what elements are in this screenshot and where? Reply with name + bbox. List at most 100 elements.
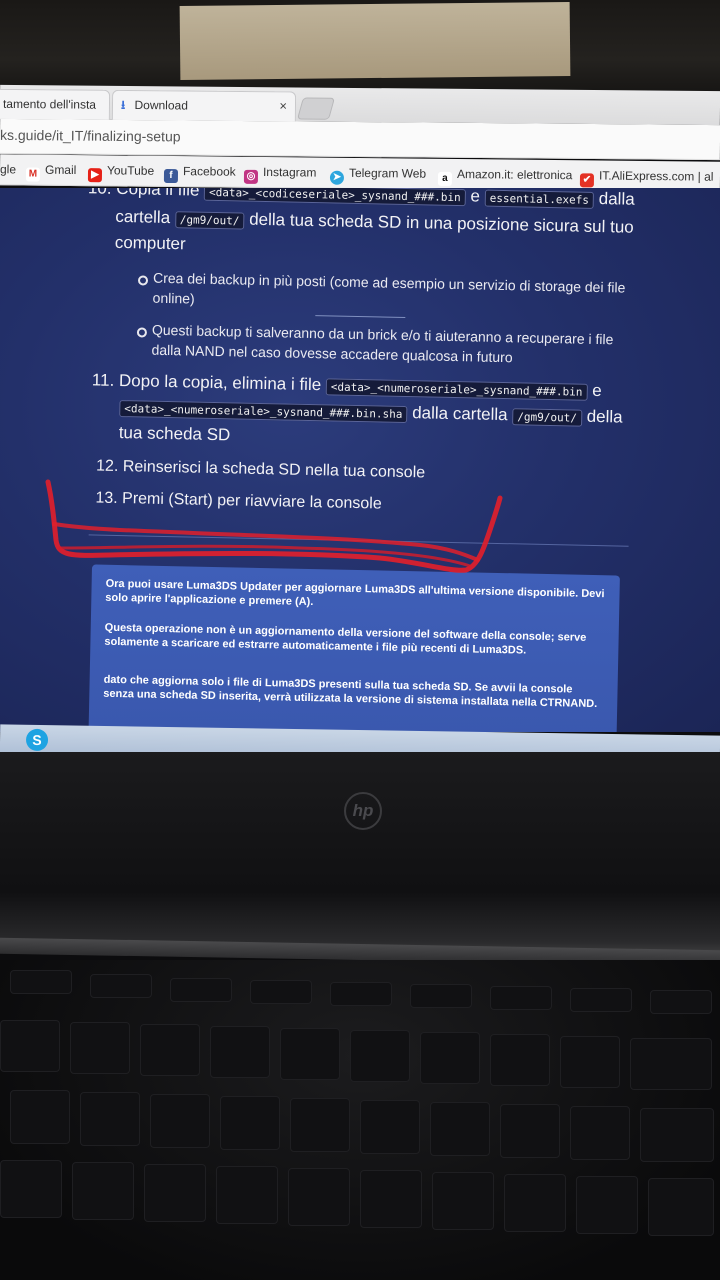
tab-download[interactable]: ⭳ Download × xyxy=(111,89,297,122)
bookmark-label: Instagram xyxy=(262,164,317,180)
keyboard-key xyxy=(80,1092,140,1146)
keyboard-key xyxy=(360,1100,420,1154)
bookmark-label: Gmail xyxy=(44,162,77,178)
keyboard-key xyxy=(72,1162,134,1220)
download-icon: ⭳ xyxy=(120,97,126,112)
aliexpress-icon: ✔ xyxy=(579,173,595,188)
bookmark-label: IT.AliExpress.com | al xyxy=(598,168,714,184)
keyboard-key xyxy=(360,1170,422,1228)
laptop-keyboard xyxy=(0,960,720,1280)
bookmark-label: Facebook xyxy=(182,164,236,179)
tab-label: Download xyxy=(134,98,188,113)
keyboard-key xyxy=(430,1102,490,1156)
guide-content: 10. Copia il file <data>_<codiceseriale>… xyxy=(0,188,720,732)
close-icon[interactable]: × xyxy=(279,92,287,120)
code-filename: essential.exefs xyxy=(484,189,595,209)
keyboard-key xyxy=(504,1174,566,1232)
keyboard-key xyxy=(220,1096,280,1150)
keyboard-key xyxy=(570,1106,630,1160)
keyboard-key xyxy=(150,1094,210,1148)
keyboard-key xyxy=(290,1098,350,1152)
keyboard-key xyxy=(410,984,472,1008)
keyboard-key xyxy=(90,974,152,998)
new-tab-button[interactable] xyxy=(296,97,336,120)
url-text[interactable]: ks.guide/it_IT/finalizing-setup xyxy=(0,127,181,145)
code-folder: /gm9/out/ xyxy=(512,408,583,427)
instagram-icon: ◎ xyxy=(243,169,259,184)
keyboard-key xyxy=(250,980,312,1004)
step-10-text: dalla xyxy=(598,189,635,209)
keyboard-key xyxy=(10,970,72,994)
bookmark-telegram[interactable]: ➤ Telegram Web xyxy=(329,165,427,186)
step-13: 13. Premi (Start) per riavviare la conso… xyxy=(95,489,382,513)
keyboard-key xyxy=(640,1108,714,1162)
keyboard-key xyxy=(0,1160,62,1218)
keyboard-key xyxy=(170,978,232,1002)
keyboard-key xyxy=(144,1164,206,1222)
bullet-icon xyxy=(136,327,148,338)
keyboard-key xyxy=(630,1038,712,1090)
tip-paragraph-1: Ora puoi usare Luma3DS Updater per aggio… xyxy=(105,577,605,609)
bookmark-instagram[interactable]: ◎ Instagram xyxy=(243,164,317,185)
keyboard-key xyxy=(288,1168,350,1226)
keyboard-key xyxy=(650,990,712,1014)
laptop-bezel xyxy=(0,752,720,952)
skype-icon[interactable]: S xyxy=(25,728,49,752)
code-folder: /gm9/out/ xyxy=(174,211,245,230)
tip-paragraph-3: dato che aggiorna solo i file di Luma3DS… xyxy=(103,673,598,711)
keyboard-key xyxy=(432,1172,494,1230)
bookmark-label: gle xyxy=(0,162,17,177)
keyboard-key xyxy=(330,982,392,1006)
step-11-text: della xyxy=(586,406,623,427)
hp-logo: hp xyxy=(344,792,382,830)
step-11-text: dalla cartella xyxy=(411,403,508,425)
keyboard-key xyxy=(70,1022,130,1074)
keyboard-key xyxy=(648,1178,714,1236)
guide-page: 10. Copia il file <data>_<codiceseriale>… xyxy=(0,188,720,732)
bookmark-facebook[interactable]: f Facebook xyxy=(163,164,236,184)
bookmark-gmail[interactable]: M Gmail xyxy=(25,162,77,183)
keyboard-key xyxy=(350,1030,410,1082)
facebook-icon: f xyxy=(163,168,179,184)
code-filename: <data>_<numeroseriale>_sysnand_###.bin.s… xyxy=(119,400,408,424)
keyboard-key xyxy=(10,1090,70,1144)
keyboard-key xyxy=(216,1166,278,1224)
bookmark-youtube[interactable]: ▶ YouTube xyxy=(87,163,155,183)
conjunction: e xyxy=(470,188,481,206)
divider xyxy=(315,315,406,318)
step-11-text: 11. Dopo la copia, elimina i file xyxy=(91,370,322,395)
youtube-icon: ▶ xyxy=(87,168,103,183)
step-10-text: cartella xyxy=(115,206,171,228)
conjunction: e xyxy=(592,380,602,401)
bullet-icon xyxy=(137,275,149,286)
bookmark-google[interactable]: gle xyxy=(0,162,16,176)
tip-paragraph-2: Questa operazione non è un aggiornamento… xyxy=(104,621,587,657)
bullet-1-line-1: Crea dei backup in più posti (come ad es… xyxy=(152,269,626,296)
paper-on-wall xyxy=(179,1,571,81)
keyboard-key xyxy=(560,1036,620,1088)
bookmark-label: YouTube xyxy=(106,163,155,178)
code-filename: <data>_<numeroseriale>_sysnand_###.bin xyxy=(325,378,588,401)
keyboard-key xyxy=(500,1104,560,1158)
telegram-icon: ➤ xyxy=(329,170,345,185)
bookmark-label: Telegram Web xyxy=(348,165,427,181)
step-10-line-3: computer xyxy=(114,232,186,254)
gmail-icon: M xyxy=(25,167,41,182)
keyboard-key xyxy=(490,1034,550,1086)
bookmarks-bar: gle M Gmail ▶ YouTube f Facebook ◎ Instagram… xyxy=(0,154,720,193)
keyboard-key xyxy=(280,1028,340,1080)
tip-box: Ora puoi usare Luma3DS Updater per aggio… xyxy=(88,564,620,732)
bookmark-label: Amazon.it: elettronica xyxy=(456,167,573,183)
bullet-1-line-2: online) xyxy=(152,289,195,307)
step-12: 12. Reinserisci la scheda SD nella tua c… xyxy=(95,457,426,482)
keyboard-key xyxy=(0,1020,60,1072)
bookmark-amazon[interactable]: a Amazon.it: elettronica xyxy=(437,167,573,187)
keyboard-key xyxy=(570,988,632,1012)
bookmark-aliexpress[interactable]: ✔ IT.AliExpress.com | al xyxy=(579,168,714,188)
step-10-text: 10. Copia il file xyxy=(87,188,200,200)
amazon-icon: a xyxy=(437,171,453,186)
tab-finalizing-setup[interactable]: tamento dell'insta xyxy=(0,88,111,120)
address-bar[interactable]: ks.guide/it_IT/finalizing-setup xyxy=(0,118,720,161)
tab-label: tamento dell'insta xyxy=(2,96,97,112)
step-10-text: della tua scheda SD in una posizione sic… xyxy=(249,209,634,237)
